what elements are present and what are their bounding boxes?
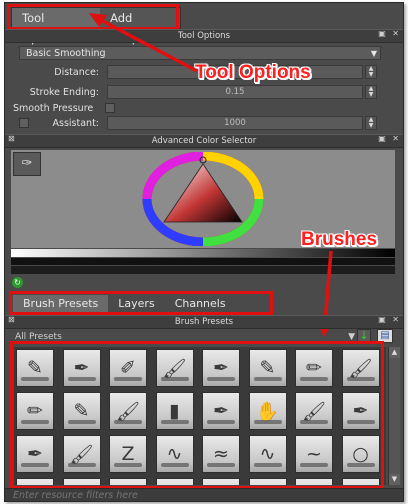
highlight-box-brushes xyxy=(10,341,384,489)
dock-pin-icon[interactable]: ⊠ xyxy=(8,315,15,324)
scroll-down-icon[interactable]: ▼ xyxy=(389,474,400,485)
distance-spin[interactable]: ▲ ▼ xyxy=(365,65,377,79)
smooth-pressure-checkbox[interactable] xyxy=(105,103,115,113)
assistant-spin[interactable]: ▲ ▼ xyxy=(365,116,377,130)
smooth-pressure-label: Smooth Pressure xyxy=(13,103,94,114)
highlight-box-bottom-tabs xyxy=(9,291,273,315)
scroll-up-icon[interactable]: ▲ xyxy=(389,347,400,358)
resource-filter-input[interactable] xyxy=(13,489,393,501)
preset-scrollbar[interactable]: ▲ ▼ xyxy=(388,347,400,485)
dock-buttons[interactable]: ▣ ✕ xyxy=(378,315,401,324)
dock-pin-icon[interactable]: ⊠ xyxy=(8,134,15,143)
dock-buttons[interactable]: ▣ ✕ xyxy=(378,29,401,38)
dock-title: Brush Presets xyxy=(5,315,403,329)
color-wheel[interactable] xyxy=(141,152,265,246)
stroke-ending-spin[interactable]: ▲ ▼ xyxy=(365,85,377,99)
stroke-ending-label: Stroke Ending: xyxy=(29,87,99,98)
chevron-down-icon: ▼ xyxy=(370,49,377,58)
color-selector-dock-header: ⊠ Advanced Color Selector ▣ ✕ xyxy=(5,134,403,148)
krita-window: Tool Options Add Shape Tool Options ▣ ✕ … xyxy=(4,2,404,502)
eyedropper-button[interactable]: ✑ xyxy=(13,152,41,176)
stroke-ending-slider[interactable]: 0.15 xyxy=(107,85,363,99)
dock-buttons[interactable]: ▣ ✕ xyxy=(378,134,401,143)
annotation-tool-options: Tool Options xyxy=(195,62,311,83)
assistant-label: Assistant: xyxy=(52,118,99,129)
brush-presets-dock-header: ⊠ Brush Presets ▣ ✕ xyxy=(5,315,403,329)
assistant-slider[interactable]: 1000 xyxy=(107,116,363,130)
refresh-icon[interactable]: ↻ xyxy=(12,277,23,288)
dock-title: Advanced Color Selector xyxy=(5,134,403,148)
annotation-arrow-tool-options xyxy=(89,13,198,73)
eyedropper-icon: ✑ xyxy=(21,156,33,171)
resource-filter-bar xyxy=(5,488,403,501)
